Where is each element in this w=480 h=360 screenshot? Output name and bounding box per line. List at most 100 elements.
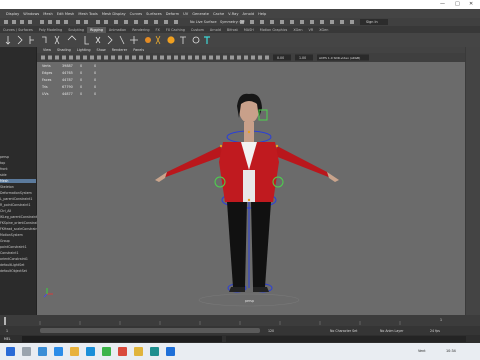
command-result-field xyxy=(226,336,466,342)
left-leg xyxy=(227,202,247,287)
outliner-item[interactable]: persp xyxy=(0,155,36,159)
outliner-item[interactable]: Group xyxy=(0,239,36,243)
viewport-toolbar: 0.00 1.00 ACES 1.0 SDR-video (sRGB) xyxy=(37,53,465,62)
menu-generate[interactable]: Generate xyxy=(192,12,209,16)
outliner-item[interactable]: side xyxy=(0,173,36,177)
view-axis-gizmo xyxy=(43,288,53,298)
range-start-field[interactable]: 1 xyxy=(6,329,8,333)
left-shoe xyxy=(229,287,245,292)
viewport-menu-renderer[interactable]: Renderer xyxy=(112,48,127,52)
outliner-item[interactable]: L_parentConstraint1 xyxy=(0,197,36,201)
task-view-icon[interactable] xyxy=(38,347,47,356)
menu-edit-mesh[interactable]: Edit Mesh xyxy=(57,12,75,16)
outliner-item[interactable]: orientConstraint1 xyxy=(0,257,36,261)
outliner-panel: persp top front side Mesh Skeleton Deformation… xyxy=(0,47,42,315)
anim-layer-dropdown[interactable]: No Anim Layer xyxy=(380,329,403,333)
range-end-field[interactable]: 120 xyxy=(268,329,274,333)
left-hand xyxy=(155,172,167,182)
outliner-item[interactable]: Skeleton xyxy=(0,185,36,189)
menu-help[interactable]: Help xyxy=(258,12,266,16)
window-title-bar: — □ ✕ xyxy=(0,0,480,9)
outliner-item[interactable]: FKSpine_orientConstraint1 xyxy=(0,221,42,225)
menu-arnold[interactable]: Arnold xyxy=(242,12,254,16)
maximize-button[interactable]: □ xyxy=(455,1,460,7)
viewport-menu-show[interactable]: Show xyxy=(97,48,106,52)
range-slider-bar[interactable] xyxy=(40,328,260,333)
edge-browser-icon[interactable] xyxy=(54,347,63,356)
outliner-item[interactable]: defaultObjectSet xyxy=(0,269,36,273)
viewport-menu-panels[interactable]: Panels xyxy=(133,48,144,52)
menu-windows[interactable]: Windows xyxy=(23,12,39,16)
viewport-menu-view[interactable]: View xyxy=(43,48,51,52)
file-explorer-icon[interactable] xyxy=(70,347,79,356)
outliner-item[interactable]: Mesh xyxy=(0,179,36,183)
outliner-item[interactable]: front xyxy=(0,167,36,171)
script-language-label[interactable]: MEL xyxy=(4,337,11,341)
windows-start-icon[interactable] xyxy=(6,347,15,356)
close-button[interactable]: ✕ xyxy=(469,1,473,7)
folder-icon[interactable] xyxy=(134,347,143,356)
store-icon[interactable] xyxy=(102,347,111,356)
right-leg xyxy=(251,202,271,287)
viewport-menu-lighting[interactable]: Lighting xyxy=(77,48,91,52)
search-icon[interactable] xyxy=(22,347,31,356)
outliner-item[interactable]: IKLeg_parentConstraint1 xyxy=(0,215,39,219)
gamma-field[interactable]: 1.00 xyxy=(299,56,306,60)
time-slider[interactable]: 1 xyxy=(0,315,480,326)
attribute-editor-panel xyxy=(466,47,480,315)
mail-icon[interactable] xyxy=(86,347,95,356)
outliner-item[interactable]: R_pointConstraint1 xyxy=(0,203,36,207)
menu-deform[interactable]: Deform xyxy=(166,12,179,16)
menu-cache[interactable]: Cache xyxy=(213,12,224,16)
outliner-item[interactable]: MotionSystem xyxy=(0,233,36,237)
menu-mesh[interactable]: Mesh xyxy=(43,12,52,16)
menu-vray[interactable]: V-Ray xyxy=(228,12,238,16)
shelf-tab-bar: Curves / Surfaces Poly Modeling Sculptin… xyxy=(0,26,480,33)
menu-mesh-tools[interactable]: Mesh Tools xyxy=(78,12,97,16)
photoshop-icon[interactable] xyxy=(166,347,175,356)
command-input[interactable] xyxy=(22,336,222,342)
camera-label: persp xyxy=(245,299,254,303)
outliner-item[interactable]: DeformationSystem xyxy=(0,191,36,195)
viewport-menu-shading[interactable]: Shading xyxy=(57,48,71,52)
range-slider: 1 120 No Character Set No Anim Layer 24 … xyxy=(0,326,480,335)
clock-label: 10:34 xyxy=(446,349,456,353)
status-line: No Live Surface Symmetry: Off Sign In xyxy=(0,18,480,26)
minimize-button[interactable]: — xyxy=(440,1,445,7)
symmetry-label[interactable]: Symmetry: Off xyxy=(220,20,245,24)
windows-taskbar: Vent 10:34 xyxy=(0,343,480,360)
outliner-item[interactable]: Ctrl_All xyxy=(0,209,36,213)
fps-dropdown[interactable]: 24 fps xyxy=(430,329,440,333)
sign-in-button[interactable]: Sign In xyxy=(366,20,378,24)
outliner-item[interactable]: FKHead_scaleConstraint1 xyxy=(0,227,41,231)
shelf-tool-icons[interactable] xyxy=(0,33,480,47)
menu-mesh-display[interactable]: Mesh Display xyxy=(102,12,126,16)
weather-label: Vent xyxy=(418,349,426,353)
shelf xyxy=(0,33,480,47)
menu-display[interactable]: Display xyxy=(6,12,19,16)
outliner-item[interactable]: pointConstraint1 xyxy=(0,245,36,249)
command-line: MEL xyxy=(0,335,480,343)
character-model[interactable] xyxy=(37,62,465,315)
jacket-left-sleeve xyxy=(163,146,223,178)
character-set-dropdown[interactable]: No Character Set xyxy=(330,329,357,333)
chrome-icon[interactable] xyxy=(118,347,127,356)
shirt-lower xyxy=(243,170,255,202)
menu-uv[interactable]: UV xyxy=(183,12,188,16)
right-shoe xyxy=(253,287,269,292)
menu-surfaces[interactable]: Surfaces xyxy=(146,12,162,16)
time-slider-ticks xyxy=(4,317,401,325)
outliner-item[interactable]: defaultLightSet xyxy=(0,263,36,267)
colorspace-dropdown[interactable]: ACES 1.0 SDR-video (sRGB) xyxy=(319,56,360,60)
current-frame-field[interactable]: 1 xyxy=(440,318,442,322)
viewport-toolbar-icons[interactable] xyxy=(37,53,465,62)
exposure-field[interactable]: 0.00 xyxy=(277,56,284,60)
main-menu-bar: Display Windows Mesh Edit Mesh Mesh Tool… xyxy=(0,9,480,18)
live-surface-label[interactable]: No Live Surface xyxy=(190,20,217,24)
outliner-item[interactable]: top xyxy=(0,161,36,165)
right-hand xyxy=(327,172,339,182)
maya-app-icon[interactable] xyxy=(150,347,159,356)
jacket-right-sleeve xyxy=(275,146,331,178)
outliner-item[interactable]: Constraint1 xyxy=(0,251,36,255)
menu-curves[interactable]: Curves xyxy=(130,12,142,16)
